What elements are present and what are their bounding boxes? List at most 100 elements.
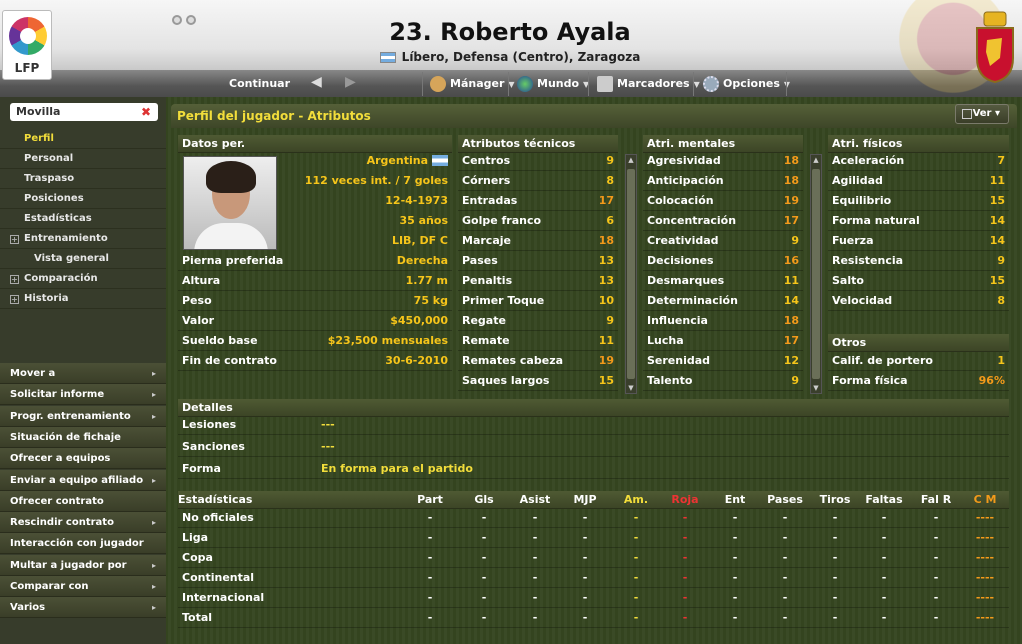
action-progr.-entrenamiento[interactable]: Progr. entrenamiento ▸ (0, 405, 166, 427)
menu-mundo[interactable]: Mundo ▼ (517, 74, 589, 94)
window-dot-icon[interactable] (172, 15, 182, 25)
stats-column-header[interactable]: Estadísticas (178, 491, 318, 509)
expand-icon[interactable]: + (10, 295, 19, 304)
action-ofrecer-a-equipos[interactable]: Ofrecer a equipos (0, 448, 166, 470)
submenu-arrow-icon: ▸ (151, 411, 156, 421)
sidebar-item-vista-general[interactable]: Vista general (0, 249, 166, 269)
menu-manager[interactable]: Mánager ▼ (430, 74, 515, 94)
stats-column-header[interactable]: Asist (510, 491, 560, 509)
stats-cell: - (427, 611, 433, 624)
menu-mundo-label: Mundo (537, 77, 580, 90)
stats-cell: - (481, 611, 487, 624)
detalles-label: Forma (182, 462, 221, 475)
otros-header: Otros (828, 334, 1009, 352)
sidebar-item-traspaso[interactable]: Traspaso (0, 169, 166, 189)
stats-column-header[interactable]: Faltas (859, 491, 909, 509)
stats-cell: - (732, 511, 738, 524)
menu-marcadores[interactable]: Marcadores ▼ (597, 74, 700, 94)
stats-column-header[interactable]: Am. (611, 491, 661, 509)
stats-cell: - (582, 591, 588, 604)
attribute-label: Calif. de portero (832, 354, 933, 367)
action-enviar-a-equipo-afiliado[interactable]: Enviar a equipo afiliado ▸ (0, 469, 166, 491)
submenu-arrow-icon: ▸ (151, 390, 156, 400)
personal-row: Altura 1.77 m (178, 271, 452, 291)
attribute-label: Velocidad (832, 294, 893, 307)
zaragoza-crest-icon[interactable] (972, 8, 1018, 84)
stats-cell: - (881, 511, 887, 524)
stats-column-header[interactable]: Tiros (810, 491, 860, 509)
back-arrow-icon[interactable]: ◀ (311, 74, 322, 90)
stats-cell: ---- (975, 571, 995, 584)
attribute-label: Decisiones (647, 254, 714, 267)
stats-column-header[interactable]: Pases (760, 491, 810, 509)
personal-value: Derecha (396, 254, 448, 267)
window-dot-icon[interactable] (186, 15, 196, 25)
tecnicos-scrollbar[interactable]: ▲ ▼ (625, 154, 637, 394)
action-mover-a[interactable]: Mover a ▸ (0, 363, 166, 384)
action-solicitar-informe[interactable]: Solicitar informe ▸ (0, 384, 166, 406)
fisicos-row: Aceleración 7 (828, 151, 1009, 171)
personal-value: 75 kg (413, 294, 448, 307)
search-input[interactable]: Movilla (10, 103, 158, 121)
personal-value-text: Argentina (366, 154, 428, 167)
stats-column-header[interactable]: Fal R (911, 491, 961, 509)
action-varios[interactable]: Varios ▸ (0, 597, 166, 619)
personal-label: Peso (182, 294, 212, 307)
submenu-arrow-icon: ▸ (151, 518, 156, 528)
sidebar-item-perfil[interactable]: Perfil (0, 129, 166, 149)
stats-column-header[interactable]: C M (960, 491, 1010, 509)
stats-cell: ---- (975, 511, 995, 524)
sidebar-item-estadísticas[interactable]: Estadísticas (0, 209, 166, 229)
detalles-value: En forma para el partido (321, 462, 473, 475)
stats-column-header[interactable]: Ent (710, 491, 760, 509)
menu-marcadores-label: Marcadores (617, 77, 690, 90)
action-rescindir-contrato[interactable]: Rescindir contrato ▸ (0, 512, 166, 534)
submenu-arrow-icon: ▸ (151, 475, 156, 485)
attribute-value: 9 (606, 314, 614, 327)
action-ofrecer-contrato[interactable]: Ofrecer contrato (0, 490, 166, 512)
forward-arrow-icon[interactable]: ▶ (345, 74, 356, 90)
attribute-value: 7 (997, 154, 1005, 167)
clear-search-icon[interactable]: ✖ (138, 104, 154, 120)
stats-column-header[interactable]: Roja (660, 491, 710, 509)
action-interacción-con-jugador[interactable]: Interacción con jugador (0, 533, 166, 555)
sidebar-item-comparación[interactable]: + Comparación (0, 269, 166, 289)
stats-column-header[interactable]: Part (405, 491, 455, 509)
action-comparar-con[interactable]: Comparar con ▸ (0, 576, 166, 597)
mentales-row: Anticipación 18 (643, 171, 803, 191)
sidebar-item-historia[interactable]: + Historia (0, 289, 166, 309)
expand-icon[interactable]: + (10, 275, 19, 284)
stats-column-header[interactable]: Gls (459, 491, 509, 509)
stats-cell: - (582, 611, 588, 624)
mentales-scrollbar[interactable]: ▲ ▼ (810, 154, 822, 394)
stats-cell: - (933, 511, 939, 524)
tecnicos-row: Marcaje 18 (458, 231, 618, 251)
mentales-row: Determinación 14 (643, 291, 803, 311)
sidebar-item-personal[interactable]: Personal (0, 149, 166, 169)
stats-column-header[interactable]: MJP (560, 491, 610, 509)
stats-cell: - (427, 531, 433, 544)
action-multar-a-jugador-por[interactable]: Multar a jugador por ▸ (0, 554, 166, 576)
attribute-label: Entradas (462, 194, 518, 207)
otros-row: Calif. de portero 1 (828, 351, 1009, 371)
ver-button[interactable]: Ver ▾ (955, 104, 1009, 124)
expand-icon[interactable]: + (10, 235, 19, 244)
stats-cell: - (481, 551, 487, 564)
stats-cell: - (481, 591, 487, 604)
mentales-row: Agresividad 18 (643, 151, 803, 171)
action-situación-de-fichaje[interactable]: Situación de fichaje (0, 426, 166, 448)
attribute-value: 18 (598, 234, 614, 247)
personal-value: 12-4-1973 (280, 191, 452, 211)
mentales-row: Colocación 19 (643, 191, 803, 211)
menu-manager-label: Mánager (450, 77, 505, 90)
personal-value: 35 años (280, 211, 452, 231)
menu-opciones[interactable]: Opciones ▼ (703, 74, 790, 94)
personal-row: Pierna preferida Derecha (178, 251, 452, 271)
attribute-value: 17 (598, 194, 614, 207)
personal-value: $23,500 mensuales (327, 334, 448, 347)
continue-button[interactable]: Continuar (229, 77, 290, 90)
sidebar-item-entrenamiento[interactable]: + Entrenamiento (0, 229, 166, 249)
sidebar-item-label: Traspaso (24, 173, 75, 184)
lfp-logo[interactable]: LFP (2, 10, 52, 80)
sidebar-item-posiciones[interactable]: Posiciones (0, 189, 166, 209)
